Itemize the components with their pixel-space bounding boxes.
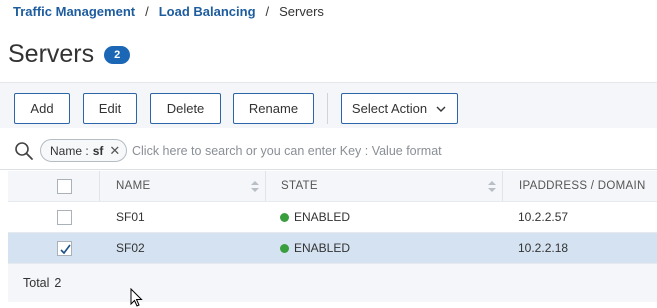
search-input[interactable]	[128, 139, 548, 162]
breadcrumb-load-balancing[interactable]: Load Balancing	[159, 4, 256, 19]
checkmark-icon	[60, 244, 71, 255]
delete-button[interactable]: Delete	[150, 93, 221, 124]
search-bar: Name : sf ✕	[0, 130, 657, 170]
table-row[interactable]: SF02 ENABLED 10.2.2.18	[8, 233, 657, 264]
page-title: Servers	[8, 40, 95, 68]
column-header-state[interactable]: STATE	[265, 171, 502, 201]
row-select-cell	[8, 202, 99, 232]
page-header: Servers 2	[8, 40, 131, 69]
cell-state: ENABLED	[265, 202, 502, 232]
sort-icon	[488, 181, 496, 192]
add-button[interactable]: Add	[14, 93, 70, 124]
total-label: Total	[23, 276, 50, 290]
action-toolbar: Add Edit Delete Rename Select Action	[0, 82, 657, 128]
cell-name: SF02	[116, 241, 145, 255]
status-enabled-icon	[280, 243, 289, 253]
row-checkbox[interactable]	[57, 210, 72, 225]
state-label: ENABLED	[294, 241, 351, 255]
toolbar-divider	[327, 93, 328, 124]
count-badge: 2	[104, 45, 131, 64]
column-header-ipaddress-label: IPADDRESS / DOMAIN	[519, 180, 646, 192]
edit-button[interactable]: Edit	[83, 93, 137, 124]
cell-ipaddress: 10.2.2.57	[518, 210, 569, 224]
table-header-row: NAME STATE IPADDRESS / DOMAIN	[8, 171, 657, 202]
select-action-label: Select Action	[351, 101, 428, 116]
row-select-cell	[8, 233, 99, 263]
select-all-checkbox[interactable]	[57, 179, 72, 194]
cell-state: ENABLED	[265, 233, 502, 263]
column-header-name[interactable]: NAME	[99, 171, 265, 201]
breadcrumb: Traffic Management / Load Balancing / Se…	[13, 4, 324, 19]
header-select-cell	[8, 171, 99, 201]
mouse-cursor-icon	[130, 287, 144, 308]
column-header-ipaddress[interactable]: IPADDRESS / DOMAIN	[502, 171, 657, 201]
row-checkbox[interactable]	[57, 241, 72, 256]
total-count: 2	[54, 276, 62, 290]
chevron-down-icon	[435, 103, 447, 115]
column-header-name-label: NAME	[116, 180, 151, 192]
close-icon[interactable]: ✕	[109, 144, 120, 157]
filter-chip-key: Name :	[50, 143, 89, 158]
cell-name: SF01	[116, 210, 145, 224]
sort-icon	[251, 181, 259, 192]
breadcrumb-separator: /	[145, 4, 149, 19]
cell-ipaddress: 10.2.2.18	[518, 241, 569, 255]
servers-table: NAME STATE IPADDRESS / DOMAIN SF01 ENABL…	[8, 171, 657, 264]
breadcrumb-separator: /	[265, 4, 270, 19]
table-footer: Total 2	[8, 264, 657, 302]
select-action-dropdown[interactable]: Select Action	[341, 93, 458, 124]
rename-button[interactable]: Rename	[233, 93, 314, 124]
filter-chip-value: sf	[92, 143, 104, 158]
filter-chip[interactable]: Name : sf ✕	[40, 139, 128, 162]
breadcrumb-traffic-management[interactable]: Traffic Management	[13, 4, 135, 19]
search-icon[interactable]	[14, 141, 34, 161]
table-row[interactable]: SF01 ENABLED 10.2.2.57	[8, 202, 657, 233]
state-label: ENABLED	[294, 210, 351, 224]
breadcrumb-servers: Servers	[279, 4, 324, 19]
column-header-state-label: STATE	[281, 180, 318, 192]
status-enabled-icon	[280, 212, 289, 222]
